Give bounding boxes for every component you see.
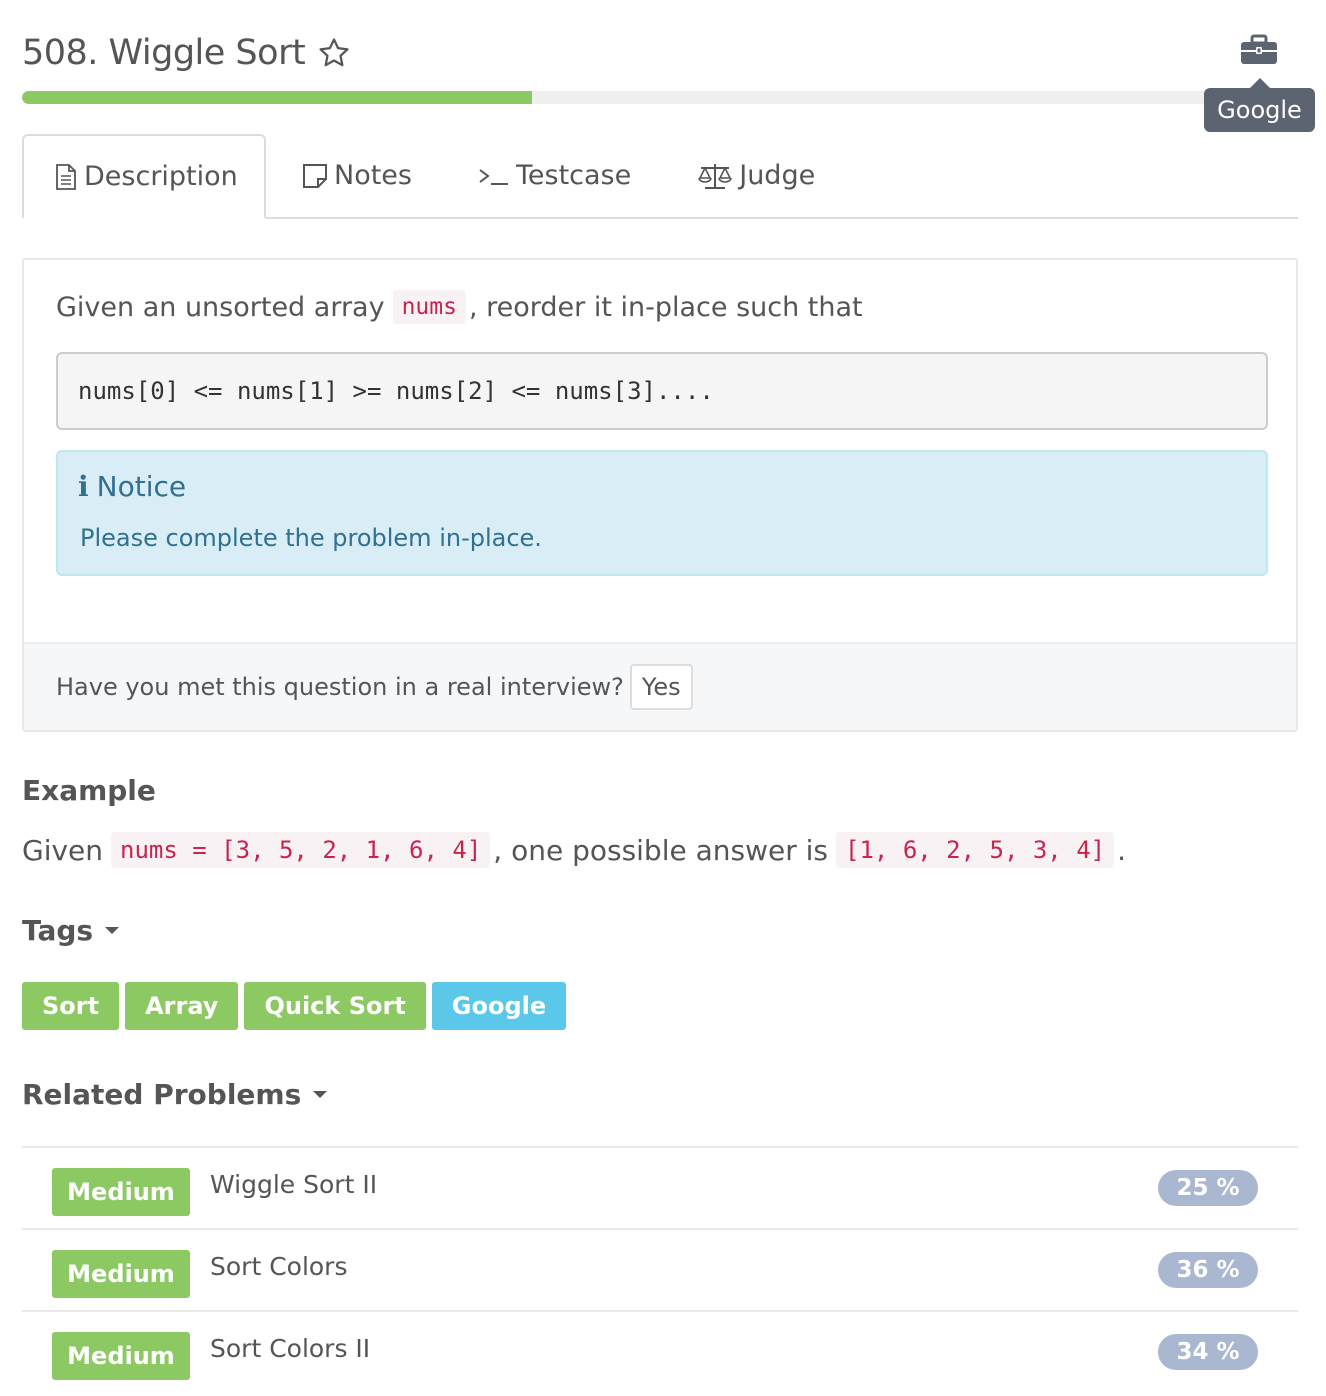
related-heading-label: Related Problems: [22, 1078, 302, 1111]
example-middle: , one possible answer is: [493, 833, 829, 867]
acceptance-rate-badge: 34 %: [1158, 1334, 1258, 1370]
tab-judge[interactable]: Judge: [697, 134, 815, 217]
balance-scale-icon: [697, 162, 733, 190]
difficulty-badge: Medium: [52, 1168, 190, 1216]
intro-text: Given an unsorted array: [56, 291, 385, 323]
notice-text: Please complete the problem in-place.: [80, 524, 542, 552]
interview-footer: Have you met this question in a real int…: [24, 642, 1296, 730]
note-icon: [302, 163, 328, 189]
star-outline-icon[interactable]: [317, 36, 351, 70]
example-suffix: .: [1117, 833, 1127, 867]
difficulty-badge: Medium: [52, 1250, 190, 1298]
tab-testcase[interactable]: Testcase: [478, 134, 631, 217]
related-list: Medium Wiggle Sort II 25 % Medium Sort C…: [22, 1146, 1298, 1392]
notice-box: i Notice Please complete the problem in-…: [56, 450, 1268, 576]
interview-question: Have you met this question in a real int…: [56, 673, 624, 701]
info-icon: i: [78, 470, 89, 503]
title-row: 508. Wiggle Sort: [22, 28, 351, 78]
acceptance-rate-badge: 36 %: [1158, 1252, 1258, 1288]
example-line: Given nums = [3, 5, 2, 1, 6, 4] , one po…: [22, 832, 1126, 868]
tags-heading-label: Tags: [22, 914, 94, 947]
document-icon: [54, 163, 78, 190]
example-heading: Example: [22, 774, 156, 807]
notice-title: i Notice: [78, 470, 186, 503]
progress-fill: [22, 91, 533, 104]
tab-bar: Description Notes Testcase Judge: [22, 134, 1298, 219]
tag-array[interactable]: Array: [125, 982, 239, 1030]
list-item[interactable]: Medium Sort Colors 36 %: [22, 1228, 1298, 1310]
tab-judge-label: Judge: [739, 160, 816, 191]
tag-list: Sort Array Quick Sort Google: [22, 982, 572, 1030]
acceptance-rate-badge: 25 %: [1158, 1170, 1258, 1206]
caret-down-icon: [105, 927, 120, 934]
caret-down-icon: [313, 1091, 328, 1098]
problem-intro: Given an unsorted array nums , reorder i…: [56, 290, 863, 324]
tag-google[interactable]: Google: [431, 982, 567, 1030]
tab-description[interactable]: Description: [22, 134, 266, 219]
notice-title-label: Notice: [96, 470, 187, 503]
list-item[interactable]: Medium Wiggle Sort II 25 %: [22, 1146, 1298, 1228]
progress-bar: [22, 91, 1298, 104]
list-item[interactable]: Medium Sort Colors II 34 %: [22, 1310, 1298, 1392]
company-tooltip: Google: [1204, 78, 1315, 132]
tag-quick-sort[interactable]: Quick Sort: [244, 982, 426, 1030]
example-input-code: nums = [3, 5, 2, 1, 6, 4]: [111, 832, 491, 868]
intro-text-after: , reorder it in-place such that: [468, 291, 863, 323]
tab-notes-label: Notes: [334, 160, 412, 191]
example-answer-code: [1, 6, 2, 5, 3, 4]: [836, 832, 1115, 868]
tags-heading[interactable]: Tags: [22, 914, 120, 947]
problem-link[interactable]: Sort Colors II: [210, 1334, 370, 1363]
tab-testcase-label: Testcase: [515, 160, 632, 191]
tag-sort[interactable]: Sort: [22, 982, 120, 1030]
code-block: nums[0] <= nums[1] >= nums[2] <= nums[3]…: [56, 352, 1268, 430]
tab-description-label: Description: [84, 161, 238, 192]
page-title: 508. Wiggle Sort: [22, 33, 306, 73]
problem-link[interactable]: Sort Colors: [210, 1252, 348, 1281]
yes-button[interactable]: Yes: [629, 664, 693, 710]
tab-notes[interactable]: Notes: [302, 134, 412, 217]
description-panel: Given an unsorted array nums , reorder i…: [22, 258, 1298, 732]
difficulty-badge: Medium: [52, 1332, 190, 1380]
terminal-icon: [478, 165, 510, 187]
inline-code: nums: [392, 290, 466, 324]
briefcase-icon[interactable]: [1240, 34, 1278, 70]
example-prefix: Given: [22, 833, 104, 867]
related-heading[interactable]: Related Problems: [22, 1078, 328, 1111]
problem-link[interactable]: Wiggle Sort II: [210, 1170, 377, 1199]
